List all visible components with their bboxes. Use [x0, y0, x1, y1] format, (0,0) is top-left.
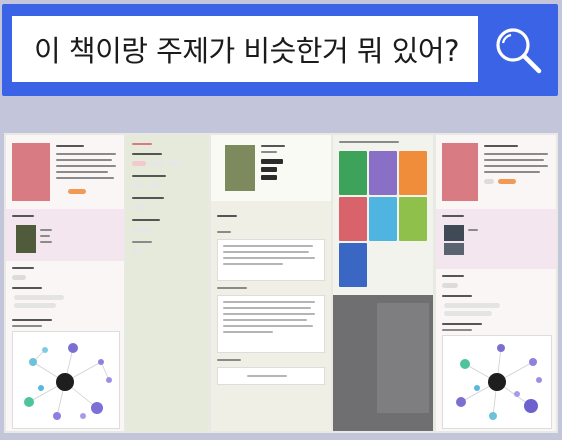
category-tile: [369, 197, 397, 241]
category-tile: [369, 151, 397, 195]
search-query-text: 이 책이랑 주제가 비슷한거 뭐 있어?: [34, 34, 460, 68]
related-book-thumbnail: [444, 243, 464, 255]
related-book-thumbnail: [444, 225, 464, 241]
screenshot-category-tiles[interactable]: [333, 135, 433, 431]
mindmap-graph: [456, 344, 542, 420]
screenshot-book-detail-right[interactable]: [436, 135, 556, 431]
mindmap-card: [442, 335, 552, 429]
mindmap-card: [12, 331, 120, 429]
related-book-thumbnail: [16, 225, 36, 253]
category-tile: [339, 243, 367, 287]
search-bar: 이 책이랑 주제가 비슷한거 뭐 있어?: [2, 4, 558, 96]
screenshot-filter-menu[interactable]: [126, 135, 208, 431]
screenshot-book-detail-left[interactable]: [6, 135, 124, 431]
category-tile: [399, 197, 427, 241]
category-tile: [399, 151, 427, 195]
screenshot-strip: [4, 133, 558, 433]
book-cover: [12, 143, 50, 201]
search-input[interactable]: 이 책이랑 주제가 비슷한거 뭐 있어?: [12, 16, 478, 82]
search-button[interactable]: [488, 20, 548, 80]
category-tile: [339, 197, 367, 241]
mindmap-graph: [24, 343, 112, 420]
book-cover: [442, 143, 478, 201]
book-cover-photo: [225, 145, 255, 191]
review-card-2: [217, 295, 325, 353]
search-icon: [496, 28, 542, 74]
category-tile: [339, 151, 367, 195]
screenshot-book-review[interactable]: [211, 135, 331, 431]
